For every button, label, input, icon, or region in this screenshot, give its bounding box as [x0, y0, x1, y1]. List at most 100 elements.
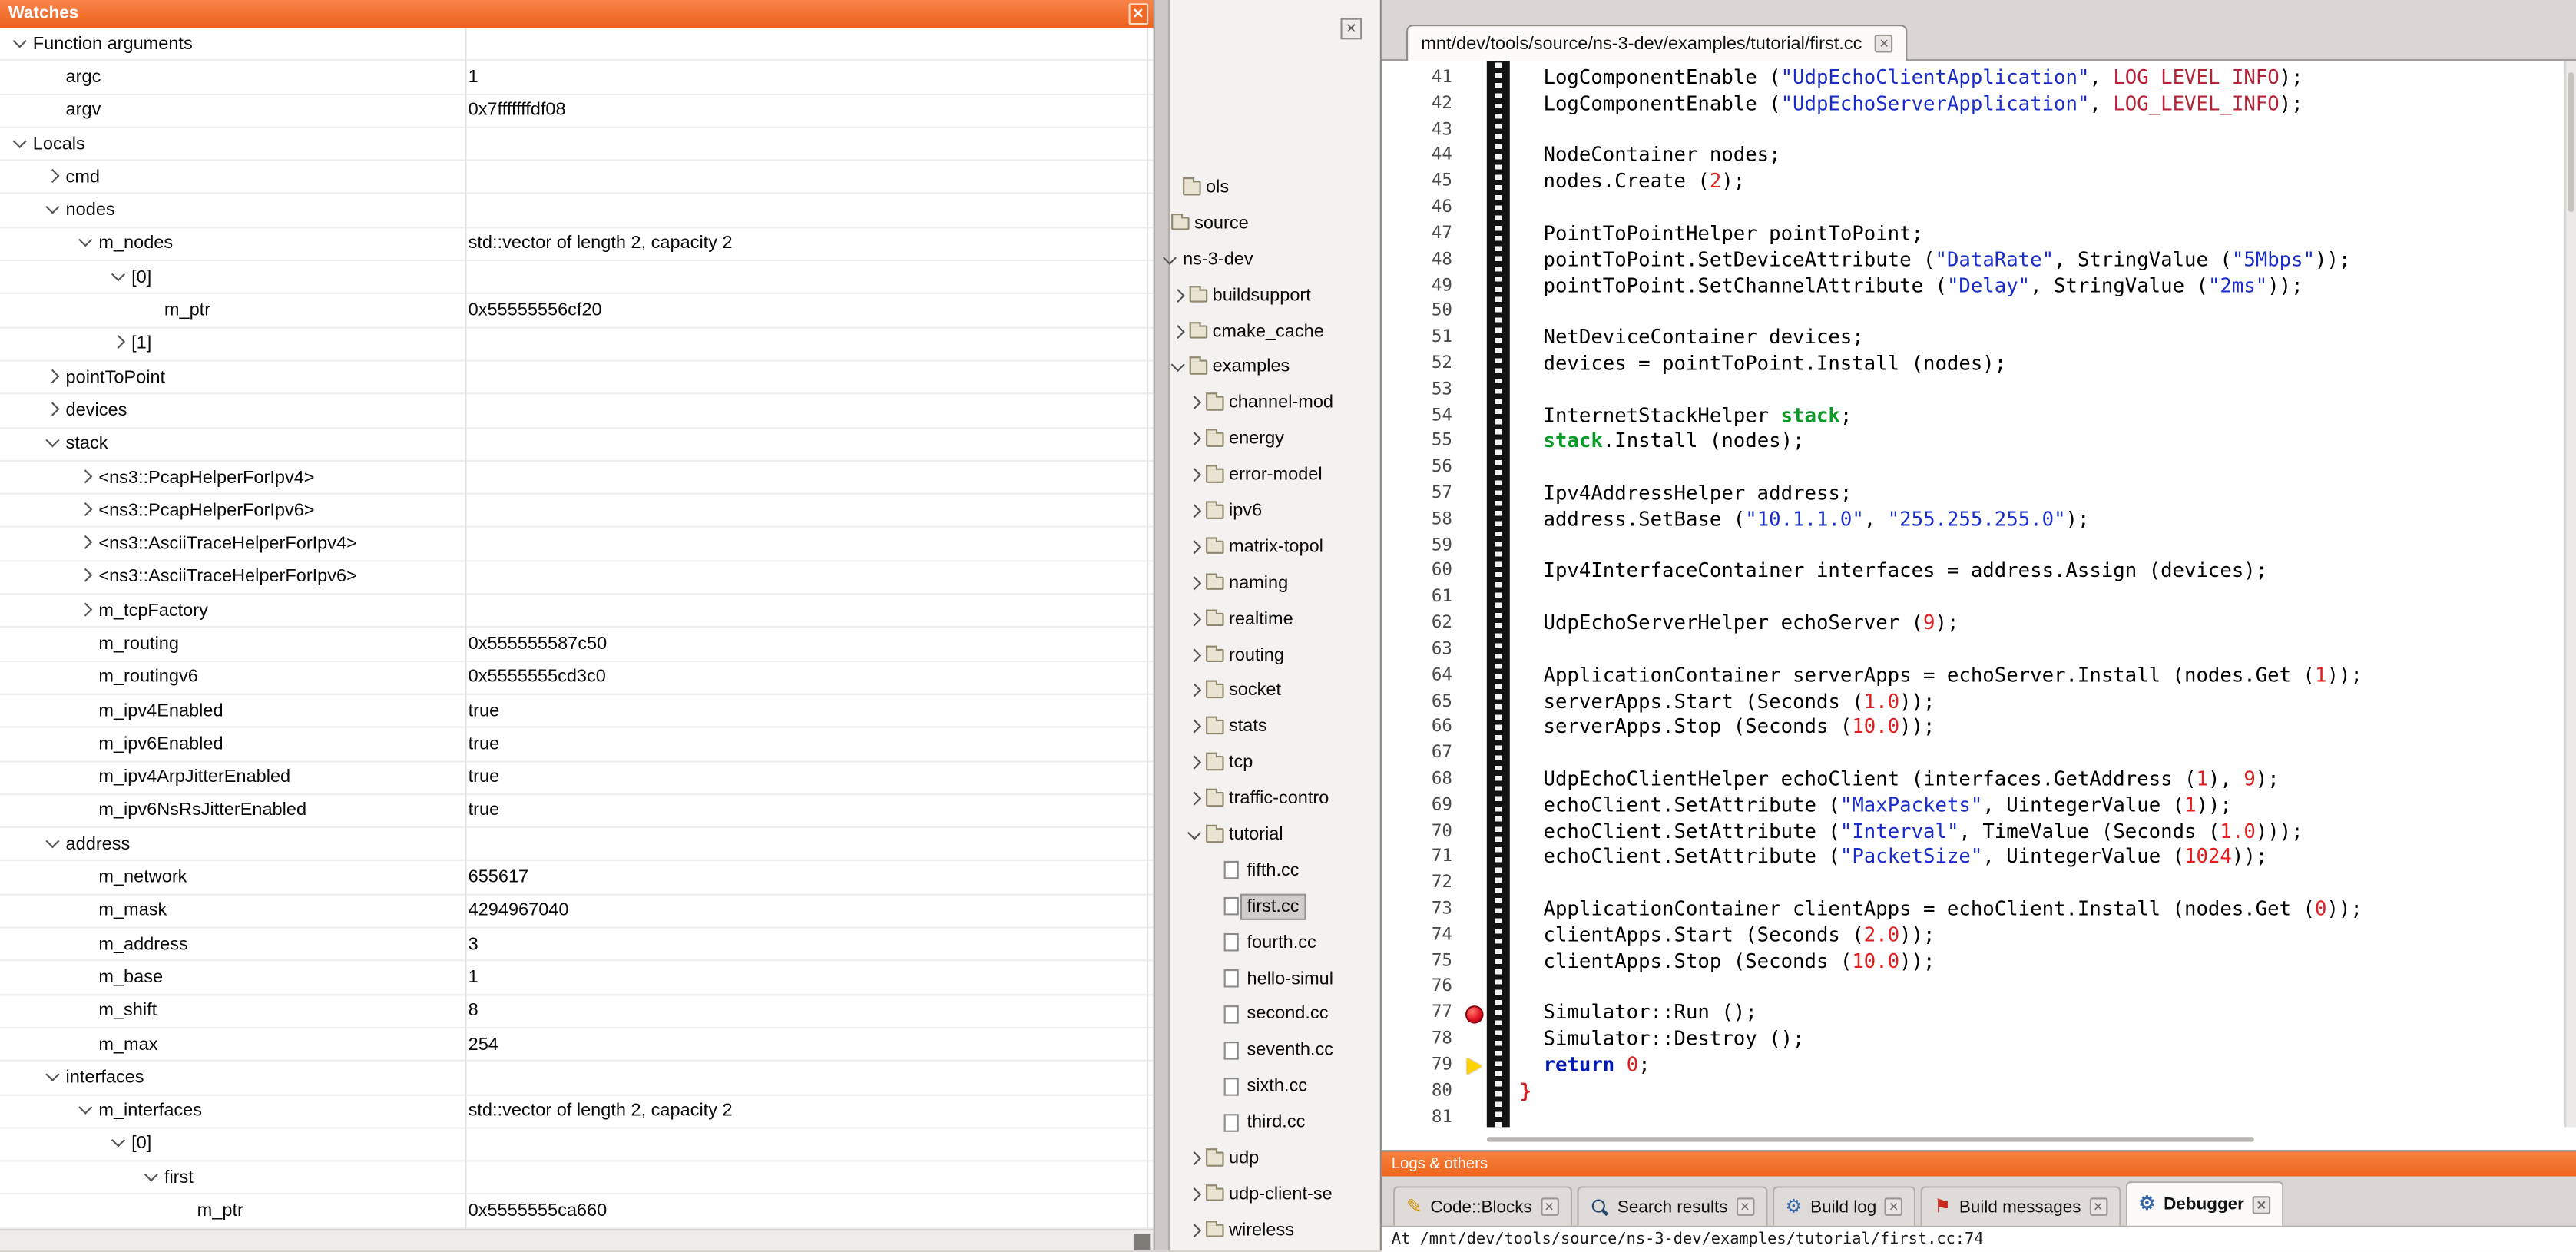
code-text[interactable]: Simulator::Run (); — [1520, 1001, 1757, 1027]
line-marker-margin[interactable] — [1464, 689, 1487, 715]
tree-item-channel-mod[interactable]: channel-mod — [1170, 386, 1380, 422]
watch-row-m-routing[interactable]: m_routing0x555555587c50 — [0, 628, 1154, 661]
tree-item-energy[interactable]: energy — [1170, 422, 1380, 459]
watch-row-pointtopoint[interactable]: pointToPoint — [0, 362, 1154, 395]
line-number[interactable]: 41 — [1382, 66, 1464, 92]
watch-row-ns3-asciitracehelperforipv4[interactable]: <ns3::AsciiTraceHelperForIpv4> — [0, 528, 1154, 561]
line-number[interactable]: 72 — [1382, 871, 1464, 897]
editor-tab-first-cc[interactable]: mnt/dev/tools/source/ns-3-dev/examples/t… — [1406, 25, 1908, 61]
tab-build-messages[interactable]: ⚑Build messages✕ — [1921, 1186, 2121, 1225]
tree-panel-close-button[interactable]: ✕ — [1340, 18, 1362, 40]
code-text[interactable]: PointToPointHelper pointToPoint; — [1520, 222, 1923, 248]
expander-icon[interactable] — [43, 367, 63, 387]
watch-row-0[interactable]: [0] — [0, 1128, 1154, 1161]
line-marker-margin[interactable] — [1464, 455, 1487, 482]
code-line-74[interactable]: 74 clientApps.Start (Seconds (2.0)); — [1382, 923, 2563, 949]
watches-column-divider-right[interactable] — [1147, 28, 1148, 1229]
watch-row-nodes[interactable]: nodes — [0, 194, 1154, 227]
line-marker-margin[interactable] — [1464, 1105, 1487, 1131]
line-number[interactable]: 54 — [1382, 403, 1464, 429]
expander-icon[interactable] — [1184, 575, 1204, 595]
code-line-71[interactable]: 71 echoClient.SetAttribute ("PacketSize"… — [1382, 845, 2563, 871]
line-number[interactable]: 59 — [1382, 533, 1464, 559]
expander-icon[interactable] — [1184, 1186, 1204, 1206]
line-number[interactable]: 79 — [1382, 1053, 1464, 1079]
line-number[interactable]: 46 — [1382, 196, 1464, 222]
code-line-55[interactable]: 55 stack.Install (nodes); — [1382, 429, 2563, 455]
watches-tree[interactable]: Function argumentsargc1argv0x7fffffffdf0… — [0, 28, 1154, 1229]
expander-icon[interactable] — [43, 834, 63, 854]
line-marker-margin[interactable] — [1464, 326, 1487, 352]
line-number[interactable]: 56 — [1382, 455, 1464, 482]
tree-item-cmake-cache[interactable]: cmake_cache — [1170, 315, 1380, 351]
watch-row-devices[interactable]: devices — [0, 395, 1154, 428]
tree-item-source[interactable]: source — [1170, 207, 1380, 243]
line-number[interactable]: 45 — [1382, 170, 1464, 196]
line-marker-margin[interactable] — [1464, 793, 1487, 820]
line-marker-margin[interactable] — [1464, 611, 1487, 638]
expander-icon[interactable] — [141, 1168, 161, 1187]
editor-body[interactable]: 41 LogComponentEnable ("UdpEchoClientApp… — [1382, 61, 2576, 1150]
expander-icon[interactable] — [75, 568, 95, 588]
code-line-51[interactable]: 51 NetDeviceContainer devices; — [1382, 326, 2563, 352]
code-line-46[interactable]: 46 — [1382, 196, 2563, 222]
expander-icon[interactable] — [1184, 1222, 1204, 1242]
tab-close-icon[interactable]: ✕ — [1885, 1197, 1903, 1216]
tree-item-tcp[interactable]: tcp — [1170, 747, 1380, 783]
line-marker-margin[interactable] — [1464, 767, 1487, 793]
code-line-47[interactable]: 47 PointToPointHelper pointToPoint; — [1382, 222, 2563, 248]
watches-column-divider[interactable] — [465, 28, 466, 1229]
line-marker-margin[interactable] — [1464, 1027, 1487, 1053]
line-number[interactable]: 66 — [1382, 715, 1464, 741]
tab-close-icon[interactable]: ✕ — [2089, 1197, 2107, 1216]
tree-item-stats[interactable]: stats — [1170, 710, 1380, 747]
expander-icon[interactable] — [108, 1134, 128, 1154]
code-text[interactable]: echoClient.SetAttribute ("PacketSize", U… — [1520, 845, 2268, 871]
line-number[interactable]: 68 — [1382, 767, 1464, 793]
code-line-48[interactable]: 48 pointToPoint.SetDeviceAttribute ("Dat… — [1382, 247, 2563, 273]
line-marker-margin[interactable] — [1464, 377, 1487, 403]
line-marker-margin[interactable] — [1464, 222, 1487, 248]
line-marker-margin[interactable] — [1464, 170, 1487, 196]
line-marker-margin[interactable] — [1464, 845, 1487, 871]
line-number[interactable]: 67 — [1382, 741, 1464, 767]
code-line-80[interactable]: 80} — [1382, 1079, 2563, 1105]
watch-row-m-ipv6nsrsjitterenabled[interactable]: m_ipv6NsRsJitterEnabledtrue — [0, 795, 1154, 828]
code-text[interactable]: clientApps.Start (Seconds (2.0)); — [1520, 923, 1935, 949]
line-number[interactable]: 80 — [1382, 1079, 1464, 1105]
watch-row-address[interactable]: address — [0, 828, 1154, 861]
line-number[interactable]: 50 — [1382, 300, 1464, 326]
line-marker-margin[interactable] — [1464, 482, 1487, 508]
line-marker-margin[interactable] — [1464, 1079, 1487, 1105]
code-line-81[interactable]: 81 — [1382, 1105, 2563, 1131]
tree-item-seventh-cc[interactable]: seventh.cc — [1170, 1034, 1380, 1070]
line-number[interactable]: 76 — [1382, 975, 1464, 1001]
code-line-68[interactable]: 68 UdpEchoClientHelper echoClient (inter… — [1382, 767, 2563, 793]
expander-icon[interactable] — [43, 434, 63, 454]
line-number[interactable]: 70 — [1382, 819, 1464, 845]
code-line-41[interactable]: 41 LogComponentEnable ("UdpEchoClientApp… — [1382, 66, 2563, 92]
line-number[interactable]: 47 — [1382, 222, 1464, 248]
line-marker-margin[interactable] — [1464, 300, 1487, 326]
code-area[interactable]: 41 LogComponentEnable ("UdpEchoClientApp… — [1382, 66, 2563, 1131]
line-number[interactable]: 58 — [1382, 508, 1464, 534]
code-text[interactable]: stack.Install (nodes); — [1520, 429, 1805, 455]
expander-icon[interactable] — [1168, 323, 1188, 343]
scrollbar-thumb[interactable] — [2568, 72, 2574, 212]
watches-scrollbar-thumb[interactable] — [1134, 1234, 1150, 1250]
code-line-58[interactable]: 58 address.SetBase ("10.1.1.0", "255.255… — [1382, 508, 2563, 534]
tree-item-second-cc[interactable]: second.cc — [1170, 998, 1380, 1034]
code-line-54[interactable]: 54 InternetStackHelper stack; — [1382, 403, 2563, 429]
expander-icon[interactable] — [43, 1068, 63, 1088]
watch-row-argv[interactable]: argv0x7fffffffdf08 — [0, 94, 1154, 128]
line-number[interactable]: 51 — [1382, 326, 1464, 352]
line-marker-margin[interactable] — [1464, 663, 1487, 689]
code-line-59[interactable]: 59 — [1382, 533, 2563, 559]
line-number[interactable]: 64 — [1382, 663, 1464, 689]
code-text[interactable]: serverApps.Stop (Seconds (10.0)); — [1520, 715, 1935, 741]
line-marker-margin[interactable] — [1464, 247, 1487, 273]
line-marker-margin[interactable] — [1464, 949, 1487, 975]
code-line-43[interactable]: 43 — [1382, 118, 2563, 144]
line-marker-margin[interactable] — [1464, 819, 1487, 845]
expander-icon[interactable] — [43, 401, 63, 421]
